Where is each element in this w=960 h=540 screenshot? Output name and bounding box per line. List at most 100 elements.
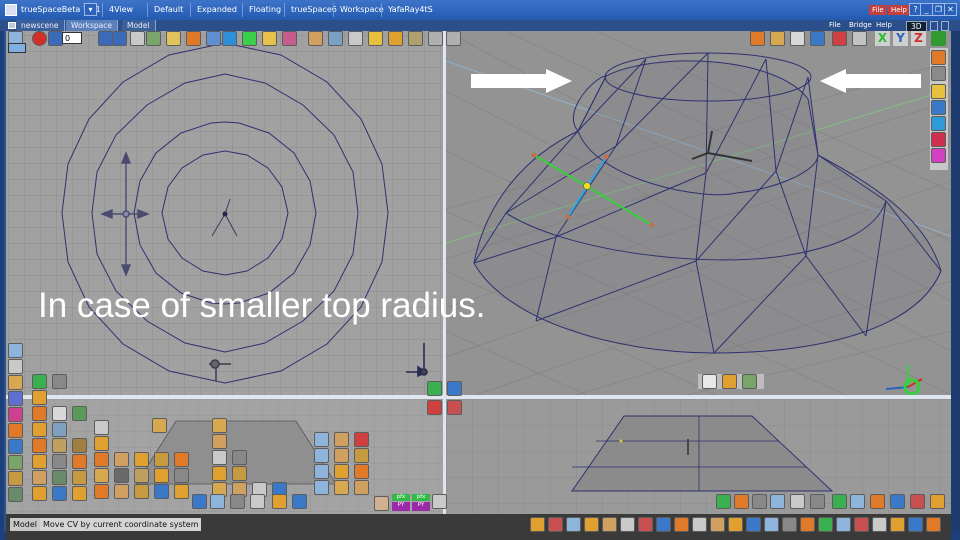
sweep-tool-icon[interactable] (8, 471, 23, 486)
lib-item-38[interactable] (314, 480, 329, 495)
st-tool-15[interactable] (782, 517, 797, 532)
st-tool-5[interactable] (602, 517, 617, 532)
sub-close-icon[interactable] (941, 21, 949, 31)
material-ball-icon[interactable] (931, 50, 946, 65)
st-tool-23[interactable] (926, 517, 941, 532)
lib-item-29[interactable] (314, 432, 329, 447)
extras-icon[interactable] (931, 31, 946, 46)
path-icon[interactable] (146, 31, 161, 46)
sub-restore-icon[interactable] (930, 21, 938, 31)
tl-corner-icon-a[interactable] (427, 381, 442, 396)
lib-item-20[interactable] (212, 434, 227, 449)
lib-item-32[interactable] (314, 448, 329, 463)
st-tool-6[interactable] (620, 517, 635, 532)
menu-file[interactable]: File (869, 5, 887, 15)
scene-name[interactable]: newscene (16, 20, 65, 31)
primitive-knot-icon[interactable] (52, 470, 67, 485)
blend-tool-icon[interactable] (8, 487, 23, 502)
app-menu-dropdown[interactable]: ▾ (84, 3, 97, 16)
primitive-tube-icon[interactable] (72, 406, 87, 421)
bl-corner-icon-b[interactable] (447, 400, 462, 415)
tab-default[interactable]: Default (147, 3, 183, 17)
axis-y-button[interactable]: Y (893, 31, 908, 46)
lib-item-43[interactable] (210, 494, 225, 509)
lib-item-46[interactable] (272, 494, 287, 509)
render-view-icon[interactable] (750, 31, 765, 46)
viewport-top-view[interactable] (6, 31, 443, 395)
lib-item-34[interactable] (354, 448, 369, 463)
sheet-icon[interactable] (130, 31, 145, 46)
st-tool-9[interactable] (674, 517, 689, 532)
lib-item-8[interactable] (94, 468, 109, 483)
add-view-icon[interactable] (8, 43, 26, 53)
lib-item-3[interactable] (94, 452, 109, 467)
snap-tool-icon[interactable] (408, 31, 423, 46)
lib-item-42[interactable] (192, 494, 207, 509)
light-icon[interactable] (262, 31, 277, 46)
st-tool-1[interactable] (530, 517, 545, 532)
bl-corner-icon-a[interactable] (427, 400, 442, 415)
lib-item-1[interactable] (94, 420, 109, 435)
forward-icon[interactable] (112, 31, 127, 46)
lib-item-2[interactable] (94, 436, 109, 451)
st-tool-4[interactable] (584, 517, 599, 532)
record-icon[interactable] (32, 31, 47, 46)
viewport-perspective[interactable] (446, 31, 951, 395)
st-tool-20[interactable] (872, 517, 887, 532)
paint-icon[interactable] (166, 31, 181, 46)
br-tool-1[interactable] (716, 494, 731, 509)
right-menu-bridge[interactable]: Bridge (849, 21, 872, 30)
grid-snap-icon[interactable] (8, 343, 23, 358)
color-wheel-icon[interactable] (8, 407, 23, 422)
axis-tool-icon[interactable] (368, 31, 383, 46)
lib-item-33[interactable] (334, 448, 349, 463)
tab-model-view[interactable]: Model (122, 20, 156, 31)
br-tool-10[interactable] (890, 494, 905, 509)
primitive-mesh-icon[interactable] (52, 438, 67, 453)
boolean-tool-icon[interactable] (8, 455, 23, 470)
st-tool-19[interactable] (854, 517, 869, 532)
tl-corner-icon-b[interactable] (447, 381, 462, 396)
plugin-py-a[interactable]: PY (392, 502, 410, 511)
lib-item-40[interactable] (354, 480, 369, 495)
lib-item-31[interactable] (354, 432, 369, 447)
color-icon[interactable] (931, 148, 946, 163)
brush-icon[interactable] (282, 31, 297, 46)
primitive-cylinder-icon[interactable] (32, 374, 47, 389)
primitive-cone-icon[interactable] (32, 422, 47, 437)
br-tool-5[interactable] (790, 494, 805, 509)
rewind-icon[interactable] (48, 31, 63, 46)
erase-icon[interactable] (931, 132, 946, 147)
object-icon[interactable] (206, 31, 221, 46)
primitive-pyramid-icon[interactable] (72, 486, 87, 501)
arrow-up-icon[interactable] (428, 31, 443, 46)
deform-tool-icon[interactable] (8, 439, 23, 454)
br-tool-11[interactable] (910, 494, 925, 509)
plugin-pfx-a[interactable]: pfx (392, 494, 410, 501)
lib-item-45[interactable] (250, 494, 265, 509)
primitive-sphere-icon[interactable] (52, 374, 67, 389)
tab-expanded[interactable]: Expanded (190, 3, 237, 17)
rotate-tool-icon[interactable] (328, 31, 343, 46)
lasso-icon[interactable] (8, 359, 23, 374)
primitive-ring-icon[interactable] (72, 454, 87, 469)
primitive-gear-icon[interactable] (52, 454, 67, 469)
paint-tool-icon[interactable] (8, 375, 23, 390)
play-icon[interactable] (98, 31, 113, 46)
lib-item-39[interactable] (334, 480, 349, 495)
light-bulb-icon[interactable] (931, 84, 946, 99)
primitive-prism-icon[interactable] (52, 486, 67, 501)
camera-view-icon[interactable] (810, 31, 825, 46)
st-tool-16[interactable] (800, 517, 815, 532)
lib-item-19[interactable] (212, 418, 227, 433)
st-tool-11[interactable] (710, 517, 725, 532)
br-tool-12[interactable] (930, 494, 945, 509)
lib-item-47[interactable] (292, 494, 307, 509)
lib-item-10[interactable] (134, 468, 149, 483)
lib-item-13[interactable] (94, 484, 109, 499)
axis-x-button[interactable]: X (875, 31, 890, 46)
st-tool-14[interactable] (764, 517, 779, 532)
br-tool-9[interactable] (870, 494, 885, 509)
primitive-spring-icon[interactable] (32, 470, 47, 485)
lib-item-22[interactable] (232, 450, 247, 465)
